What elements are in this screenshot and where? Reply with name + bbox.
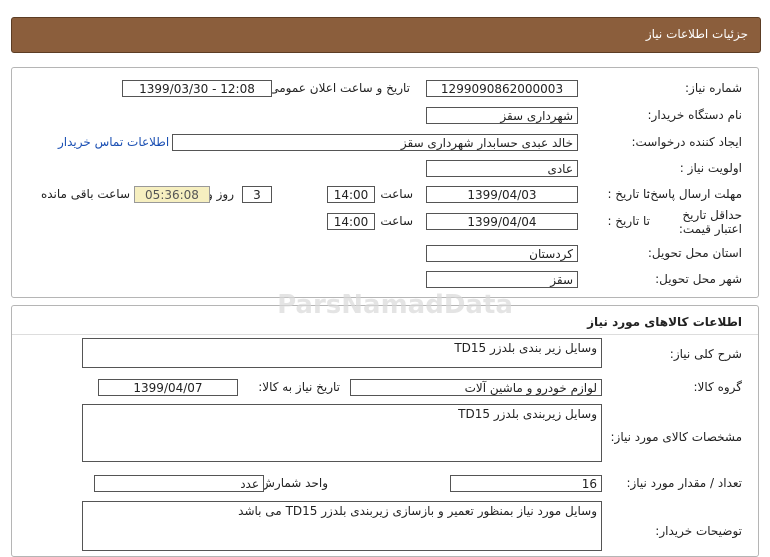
need-info-panel: شماره نیاز: 1299090862000003 تاریخ و ساع… — [11, 67, 759, 298]
buyer-notes-field: وسایل مورد نیاز بمنظور تعمیر و بازسازی ز… — [82, 501, 602, 551]
buyer-notes-label: توضیحات خریدار: — [655, 524, 742, 538]
spec-field: وسایل زیربندی بلدزر TD15 — [82, 404, 602, 462]
requester-field: خالد عبدی حسابدار شهرداری سقز — [172, 134, 578, 151]
validity-label: حداقل تاریخ اعتبار قیمت: — [678, 208, 742, 236]
goods-group-field: لوازم خودرو و ماشین آلات — [350, 379, 602, 396]
city-field: سقز — [426, 271, 578, 288]
general-desc-field: وسایل زیر بندی بلدزر TD15 — [82, 338, 602, 368]
page-header: جزئیات اطلاعات نیاز — [11, 17, 761, 53]
remaining-timer: 05:36:08 — [134, 186, 210, 203]
validity-date-field: 1399/04/04 — [426, 213, 578, 230]
buyer-org-field: شهرداری سقز — [426, 107, 578, 124]
validity-time-field: 14:00 — [327, 213, 375, 230]
unit-label: واحد شمارش: — [256, 476, 328, 490]
priority-label: اولویت نیاز : — [679, 161, 742, 175]
priority-field: عادی — [426, 160, 578, 177]
days-label: روز و — [207, 187, 234, 201]
section-divider — [12, 334, 758, 335]
announce-label: تاریخ و ساعت اعلان عمومی: — [265, 81, 410, 95]
goods-group-label: گروه کالا: — [693, 380, 743, 394]
page-title: جزئیات اطلاعات نیاز — [645, 27, 748, 41]
buyer-contact-link[interactable]: اطلاعات تماس خریدار — [58, 135, 169, 149]
deadline-time-label: ساعت — [380, 187, 413, 201]
need-number-field: 1299090862000003 — [426, 80, 578, 97]
deadline-label: مهلت ارسال پاسخ: — [646, 187, 742, 201]
need-number-label: شماره نیاز: — [685, 81, 742, 95]
remaining-label: ساعت باقی مانده — [40, 187, 130, 201]
deadline-time-field: 14:00 — [327, 186, 375, 203]
need-date-field: 1399/04/07 — [98, 379, 238, 396]
goods-info-panel: اطلاعات کالاهای مورد نیاز شرح کلی نیاز: … — [11, 305, 759, 557]
goods-section-title: اطلاعات کالاهای مورد نیاز — [587, 315, 742, 329]
deadline-to-date-label: تا تاریخ : — [607, 187, 650, 201]
city-label: شهر محل تحویل: — [655, 272, 742, 286]
need-date-label: تاریخ نیاز به کالا: — [258, 380, 340, 394]
buyer-org-label: نام دستگاه خریدار: — [647, 108, 743, 122]
general-desc-label: شرح کلی نیاز: — [669, 347, 742, 361]
province-label: استان محل تحویل: — [647, 246, 742, 260]
requester-label: ایجاد کننده درخواست: — [631, 135, 742, 149]
validity-time-label: ساعت — [380, 214, 413, 228]
days-remaining-field: 3 — [242, 186, 272, 203]
unit-field: عدد — [94, 475, 264, 492]
deadline-date-field: 1399/04/03 — [426, 186, 578, 203]
spec-label: مشخصات کالای مورد نیاز: — [610, 430, 742, 444]
province-field: کردستان — [426, 245, 578, 262]
announce-field: 1399/03/30 - 12:08 — [122, 80, 272, 97]
quantity-label: تعداد / مقدار مورد نیاز: — [626, 476, 742, 490]
quantity-field: 16 — [450, 475, 602, 492]
validity-to-date-label: تا تاریخ : — [607, 214, 650, 228]
